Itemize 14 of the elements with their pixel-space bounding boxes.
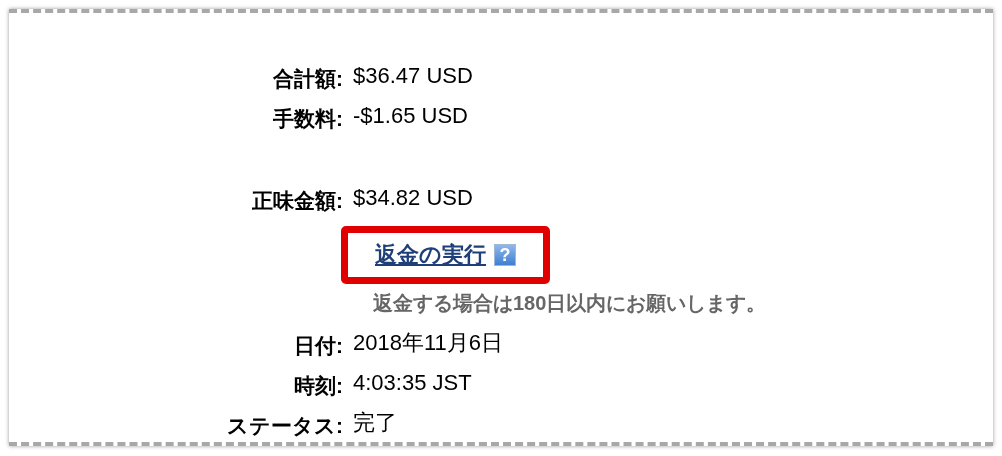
field-value: $36.47 USD [353, 62, 473, 90]
field-label: ステータス: [226, 413, 344, 439]
field-label: 合計額: [272, 66, 344, 92]
field-value: 2018年11月6日 [353, 329, 503, 357]
refund-note: 返金する場合は180日以内にお願いします。 [373, 291, 767, 316]
field-value: 完了 [353, 409, 397, 437]
field-value: 4:03:35 JST [353, 369, 472, 397]
field-label: 時刻: [293, 373, 344, 399]
field-label: 日付: [293, 333, 344, 359]
field-value: $34.82 USD [353, 184, 473, 212]
refund-link[interactable]: 返金の実行 [375, 241, 486, 269]
field-value: -$1.65 USD [353, 102, 468, 130]
field-label: 正味金額: [251, 188, 344, 214]
field-label: 手数料: [272, 106, 344, 132]
